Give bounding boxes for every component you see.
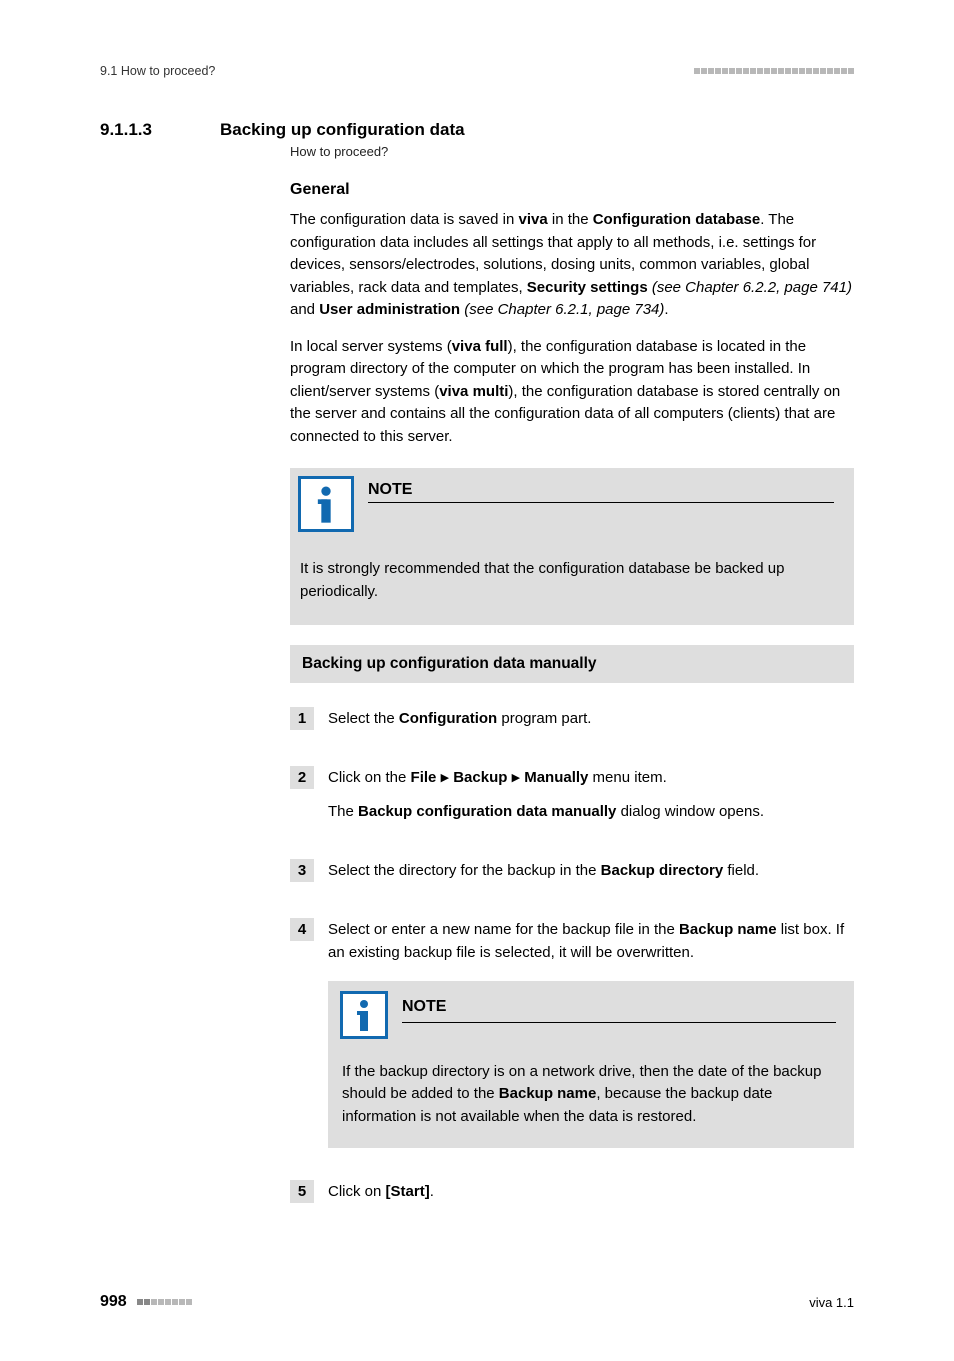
step-number: 4 [290,918,314,941]
step-2: 2 Click on the File ▶ Backup ▶ Manually … [290,766,854,833]
header-ornament [694,68,854,74]
general-paragraph-2: In local server systems (viva full), the… [290,336,854,449]
info-icon [298,476,354,532]
section-subtitle: How to proceed? [290,144,854,159]
note-box-step4: NOTE If the backup directory is on a net… [328,981,854,1149]
triangle-icon: ▶ [441,772,449,784]
step-number: 2 [290,766,314,789]
general-heading: General [290,181,854,199]
step-5: 5 Click on [Start]. [290,1180,854,1213]
section-number: 9.1.1.3 [100,120,190,140]
page-header: 9.1 How to proceed? [100,64,854,78]
step-number: 5 [290,1180,314,1203]
note-body: If the backup directory is on a network … [328,1047,854,1149]
footer-version: viva 1.1 [809,1295,854,1310]
note-title: NOTE [368,481,834,503]
step-3: 3 Select the directory for the backup in… [290,859,854,892]
triangle-icon: ▶ [512,772,520,784]
section-title: Backing up configuration data [220,120,465,140]
footer-ornament [137,1299,192,1305]
note-title: NOTE [402,995,836,1024]
page-footer: 998 viva 1.1 [100,1293,854,1311]
page-number: 998 [100,1293,127,1311]
procedure-title: Backing up configuration data manually [290,645,854,683]
step-4: 4 Select or enter a new name for the bac… [290,918,854,1154]
step-1: 1 Select the Configuration program part. [290,707,854,740]
general-paragraph-1: The configuration data is saved in viva … [290,209,854,322]
step-number: 3 [290,859,314,882]
section-heading: 9.1.1.3 Backing up configuration data [100,120,854,140]
note-box-main: NOTE It is strongly recommended that the… [290,468,854,625]
header-breadcrumb: 9.1 How to proceed? [100,64,215,78]
info-icon [340,991,388,1039]
step-number: 1 [290,707,314,730]
note-body: It is strongly recommended that the conf… [290,538,854,625]
